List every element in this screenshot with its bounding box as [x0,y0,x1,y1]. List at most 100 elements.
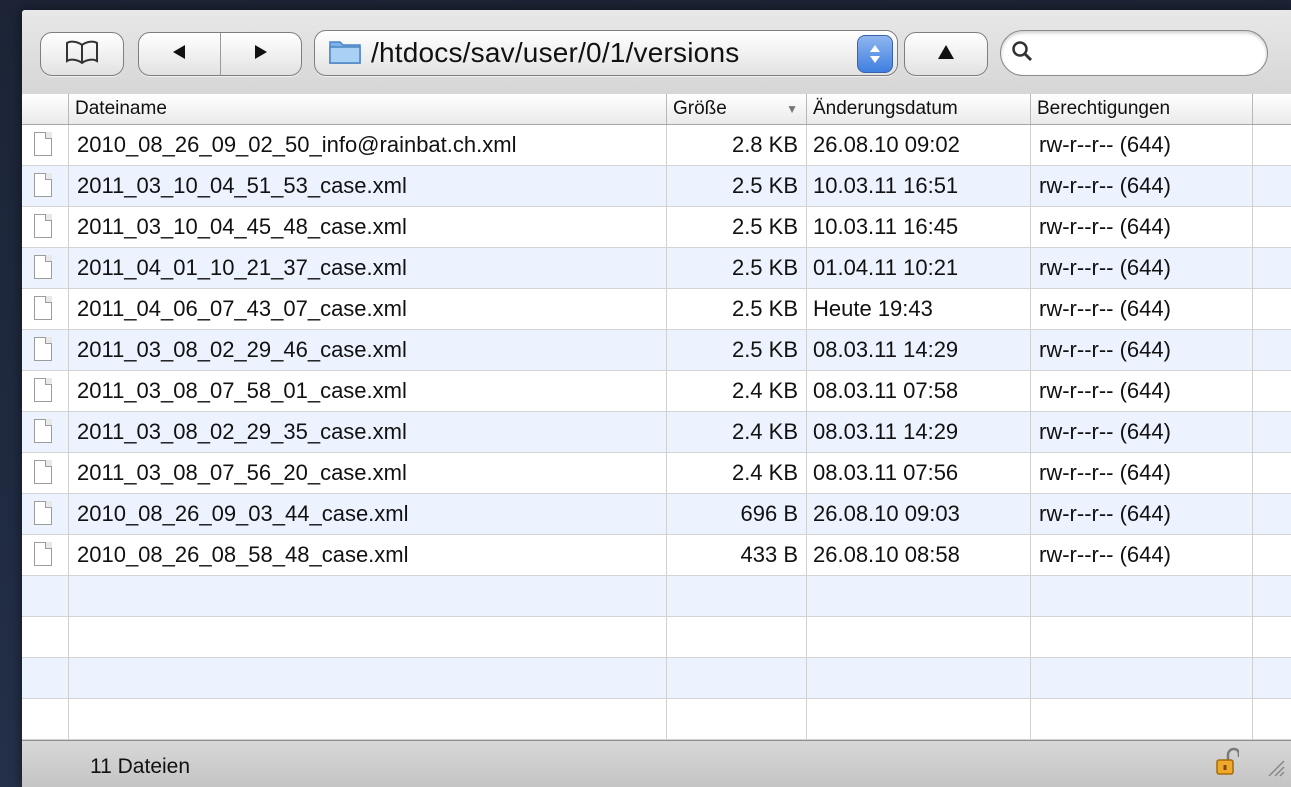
file-list: 2010_08_26_09_02_50_info@rainbat.ch.xml 2… [22,125,1291,749]
file-date: 10.03.11 16:45 [807,207,1031,247]
file-name: 2010_08_26_09_02_50_info@rainbat.ch.xml [69,125,667,165]
document-icon [34,460,52,484]
empty-row [22,617,1291,658]
header-permissions[interactable]: Berechtigungen [1031,94,1253,124]
file-size: 696 B [667,494,807,534]
forward-button[interactable] [221,33,302,75]
file-name [69,658,667,698]
search-input[interactable] [1039,41,1243,65]
document-icon [34,296,52,320]
browser-window: /htdocs/sav/user/0/1/versions Dateiname … [22,10,1291,787]
file-size: 2.8 KB [667,125,807,165]
icon-cell [22,248,69,288]
file-date: 08.03.11 07:56 [807,453,1031,493]
file-date: 01.04.11 10:21 [807,248,1031,288]
search-icon [1011,40,1033,67]
row-padding [1253,207,1291,247]
table-row[interactable]: 2011_03_08_07_56_20_case.xml 2.4 KB 08.03.… [22,453,1291,494]
back-arrow-icon [170,43,188,66]
table-row[interactable]: 2011_03_08_02_29_35_case.xml 2.4 KB 08.03.… [22,412,1291,453]
file-permissions: rw-r--r-- (644) [1031,453,1253,493]
row-padding [1253,166,1291,206]
file-date [807,658,1031,698]
unlocked-padlock-icon[interactable] [1215,747,1241,783]
file-permissions: rw-r--r-- (644) [1031,125,1253,165]
file-permissions: rw-r--r-- (644) [1031,371,1253,411]
file-date: 26.08.10 09:02 [807,125,1031,165]
header-name-label: Dateiname [75,98,167,119]
table-row[interactable]: 2011_04_06_07_43_07_case.xml 2.5 KB Heute … [22,289,1291,330]
file-date [807,576,1031,616]
icon-cell [22,699,69,739]
file-size: 2.4 KB [667,371,807,411]
file-name: 2011_03_08_07_56_20_case.xml [69,453,667,493]
search-field[interactable] [1000,30,1268,76]
file-date [807,699,1031,739]
file-size: 2.4 KB [667,453,807,493]
up-arrow-icon [936,43,956,66]
file-size [667,576,807,616]
icon-cell [22,412,69,452]
path-popup[interactable]: /htdocs/sav/user/0/1/versions [314,30,898,76]
row-padding [1253,535,1291,575]
document-icon [34,378,52,402]
file-name: 2010_08_26_08_58_48_case.xml [69,535,667,575]
table-row[interactable]: 2010_08_26_08_58_48_case.xml 433 B 26.08.1… [22,535,1291,576]
icon-cell [22,371,69,411]
icon-cell [22,617,69,657]
file-name [69,576,667,616]
header-size[interactable]: Größe ▼ [667,94,807,124]
header-permissions-label: Berechtigungen [1037,98,1171,119]
file-permissions: rw-r--r-- (644) [1031,412,1253,452]
file-size [667,617,807,657]
table-row[interactable]: 2010_08_26_09_02_50_info@rainbat.ch.xml 2… [22,125,1291,166]
document-icon [34,132,52,156]
table-row[interactable]: 2011_03_10_04_51_53_case.xml 2.5 KB 10.03.… [22,166,1291,207]
header-name[interactable]: Dateiname [69,94,667,124]
row-padding [1253,576,1291,616]
parent-folder-button[interactable] [904,32,988,76]
row-padding [1253,330,1291,370]
file-size: 2.5 KB [667,166,807,206]
file-date: 26.08.10 09:03 [807,494,1031,534]
table-row[interactable]: 2011_03_10_04_45_48_case.xml 2.5 KB 10.03.… [22,207,1291,248]
table-row[interactable]: 2011_03_08_02_29_46_case.xml 2.5 KB 08.03.… [22,330,1291,371]
row-padding [1253,248,1291,288]
table-row[interactable]: 2011_04_01_10_21_37_case.xml 2.5 KB 01.04.… [22,248,1291,289]
file-count: 11 Dateien [90,755,191,778]
table-row[interactable]: 2010_08_26_09_03_44_case.xml 696 B 26.08.1… [22,494,1291,535]
icon-cell [22,494,69,534]
file-permissions [1031,617,1253,657]
popup-arrows-icon [857,35,893,73]
file-date: 26.08.10 08:58 [807,535,1031,575]
file-permissions: rw-r--r-- (644) [1031,248,1253,288]
header-date[interactable]: Änderungsdatum [807,94,1031,124]
icon-cell [22,207,69,247]
file-size: 2.5 KB [667,207,807,247]
file-name: 2011_03_08_02_29_46_case.xml [69,330,667,370]
document-icon [34,173,52,197]
file-name [69,699,667,739]
header-size-label: Größe [673,98,727,119]
status-bar: 11 Dateien [22,740,1291,787]
back-forward-group [138,32,302,76]
document-icon [34,255,52,279]
file-size: 2.5 KB [667,248,807,288]
bookmarks-button[interactable] [40,32,124,76]
file-permissions: rw-r--r-- (644) [1031,166,1253,206]
back-button[interactable] [139,33,221,75]
forward-arrow-icon [252,43,270,66]
file-name: 2011_03_10_04_45_48_case.xml [69,207,667,247]
book-icon [65,39,99,70]
file-permissions: rw-r--r-- (644) [1031,207,1253,247]
file-permissions [1031,699,1253,739]
file-name: 2011_04_06_07_43_07_case.xml [69,289,667,329]
file-date: 08.03.11 07:58 [807,371,1031,411]
resize-grip-icon[interactable] [1265,757,1285,783]
file-size: 2.5 KB [667,330,807,370]
table-row[interactable]: 2011_03_08_07_58_01_case.xml 2.4 KB 08.03.… [22,371,1291,412]
icon-cell [22,453,69,493]
file-date [807,617,1031,657]
icon-cell [22,125,69,165]
icon-cell [22,330,69,370]
